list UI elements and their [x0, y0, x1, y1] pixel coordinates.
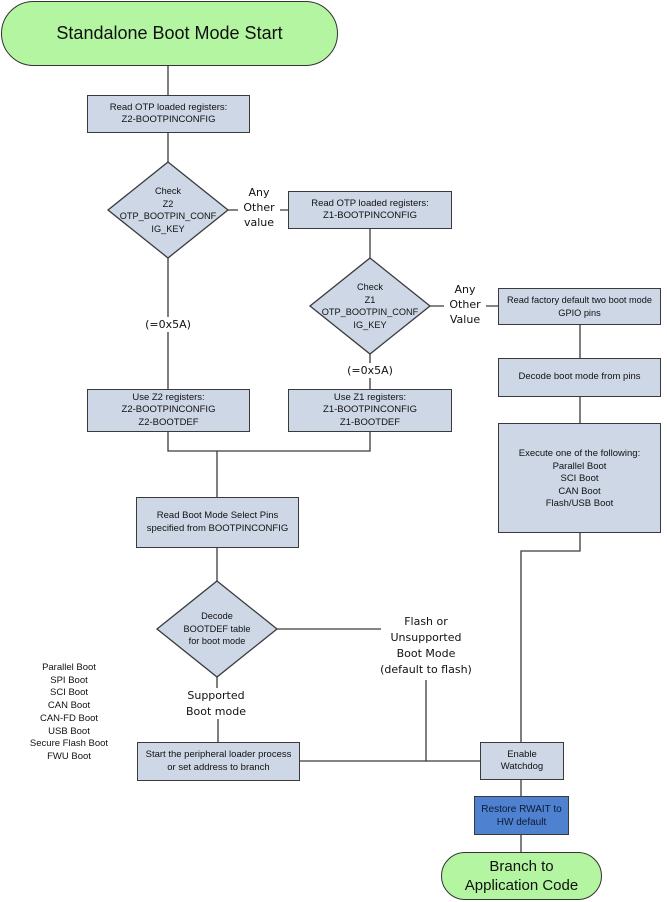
read-factory-box: Read factory default two boot mode GPIO … [498, 288, 661, 325]
decode-bootdef-line: for boot mode [188, 636, 246, 647]
start-loader-line: or set address to branch [167, 761, 270, 773]
label-line: (=0x5A) [145, 318, 191, 331]
enable-watchdog-line: Watchdog [500, 761, 544, 772]
read-select-pins-box: Read Boot Mode Select Pins specified fro… [136, 497, 299, 548]
use-z2-line: Z2-BOOTDEF [138, 416, 199, 428]
check-z2-text: Check Z2 OTP_BOOTPIN_CONF IG_KEY [108, 162, 228, 258]
label-line: value [243, 216, 275, 229]
label-line: Boot Mode [396, 647, 456, 660]
supported-boot-label: Supported Boot mode [176, 688, 256, 720]
execute-line: Parallel Boot [552, 460, 607, 472]
check-z2-line: Check [154, 186, 182, 196]
label-line: (default to flash) [380, 663, 472, 676]
connector-unsupported-to-watchdog [425, 680, 480, 762]
decode-pins-box: Decode boot mode from pins [498, 358, 661, 397]
use-z2-line: Z2-BOOTPINCONFIG [121, 404, 216, 416]
read-factory-line: Read factory default two boot mode [506, 295, 653, 305]
enable-watchdog-box: Enable Watchdog [480, 742, 564, 780]
execute-box: Execute one of the following: Parallel B… [498, 423, 661, 533]
use-z1-line: Z1-BOOTPINCONFIG [323, 404, 417, 416]
end-terminal: Branch to Application Code [441, 852, 602, 900]
check-z1-text: Check Z1 OTP_BOOTPIN_CONF IG_KEY [310, 258, 430, 354]
check-z2-line: Z2 [162, 198, 174, 209]
supported-mode-item: CAN Boot [47, 700, 91, 712]
label-line: (=0x5A) [347, 364, 393, 377]
label-line: Any [248, 186, 270, 199]
supported-mode-item: SCI Boot [49, 687, 89, 699]
decode-bootdef-line: Decode [201, 611, 233, 622]
read-z1-line: Z1-BOOTPINCONFIG [323, 210, 417, 221]
supported-mode-item: CAN-FD Boot [39, 712, 99, 724]
check-z1-line: Check [356, 282, 384, 292]
decode-pins-line: Decode boot mode from pins [518, 371, 641, 383]
check-z1-match-label: (=0x5A) [342, 363, 398, 378]
use-z1-line: Z1-BOOTDEF [339, 416, 401, 428]
label-line: Flash or [404, 615, 448, 628]
label-line: Any [454, 283, 476, 296]
execute-line: Flash/USB Boot [545, 498, 614, 509]
read-z1-box: Read OTP loaded registers: Z1-BOOTPINCON… [288, 191, 452, 229]
use-z2-line: Use Z2 registers: [132, 391, 205, 403]
supported-mode-item: SPI Boot [50, 674, 88, 686]
supported-modes-list: Parallel Boot SPI Boot SCI Boot CAN Boot… [24, 662, 114, 764]
start-terminal: Standalone Boot Mode Start [1, 1, 338, 66]
enable-watchdog-line: Enable [507, 748, 537, 760]
start-loader-line: Start the peripheral loader process [145, 749, 292, 760]
read-z2-line: Read OTP loaded registers: [109, 101, 228, 113]
check-z1-other-label: Any Other Value [444, 282, 486, 327]
decode-bootdef-line: BOOTDEF table [183, 623, 251, 634]
label-line: Supported [187, 689, 245, 702]
supported-mode-item: USB Boot [48, 725, 90, 737]
start-terminal-label: Standalone Boot Mode Start [56, 23, 283, 43]
supported-mode-item: Secure Flash Boot [29, 738, 109, 750]
check-z1-line: IG_KEY [353, 319, 387, 330]
use-z1-line: Use Z1 registers: [333, 391, 407, 403]
connector-use-merge [167, 432, 371, 452]
unsupported-boot-label: Flash or Unsupported Boot Mode (default … [374, 614, 478, 678]
label-line: Value [449, 313, 481, 326]
restore-rwait-line: HW default [496, 816, 547, 828]
read-factory-line: GPIO pins [558, 307, 601, 318]
use-z1-box: Use Z1 registers: Z1-BOOTPINCONFIG Z1-BO… [288, 389, 452, 432]
check-z2-line: IG_KEY [151, 223, 185, 234]
start-loader-box: Start the peripheral loader process or s… [137, 742, 300, 781]
read-select-pins-line: specified from BOOTPINCONFIG [146, 522, 289, 534]
execute-line: Execute one of the following: [518, 448, 641, 459]
label-line: Unsupported [390, 631, 462, 644]
read-z2-box: Read OTP loaded registers: Z2-BOOTPINCON… [87, 95, 250, 133]
check-z1-line: OTP_BOOTPIN_CONF [321, 307, 419, 317]
decode-bootdef-text: Decode BOOTDEF table for boot mode [157, 581, 277, 677]
check-z1-line: Z1 [364, 294, 376, 305]
label-line: Boot mode [185, 705, 246, 718]
supported-mode-item: Parallel Boot [42, 662, 96, 673]
execute-line: SCI Boot [560, 473, 599, 484]
end-terminal-line: Branch to [489, 858, 554, 875]
read-z2-line: Z2-BOOTPINCONFIG [121, 114, 216, 125]
check-z2-other-label: Any Other value [238, 185, 280, 230]
restore-rwait-box: Restore RWAIT to HW default [474, 796, 569, 835]
read-select-pins-line: Read Boot Mode Select Pins [156, 510, 279, 521]
end-terminal-line: Application Code [464, 877, 579, 894]
execute-line: CAN Boot [558, 485, 601, 497]
read-z1-line: Read OTP loaded registers: [311, 197, 429, 209]
connector-execute-to-watchdog [520, 533, 581, 742]
supported-mode-item: FWU Boot [47, 750, 91, 762]
restore-rwait-line: Restore RWAIT to [481, 803, 562, 815]
label-line: Other [238, 200, 280, 215]
label-line: Other [444, 297, 486, 312]
use-z2-box: Use Z2 registers: Z2-BOOTPINCONFIG Z2-BO… [87, 389, 250, 432]
check-z2-match-label: (=0x5A) [140, 317, 196, 332]
check-z2-line: OTP_BOOTPIN_CONF [119, 211, 217, 221]
